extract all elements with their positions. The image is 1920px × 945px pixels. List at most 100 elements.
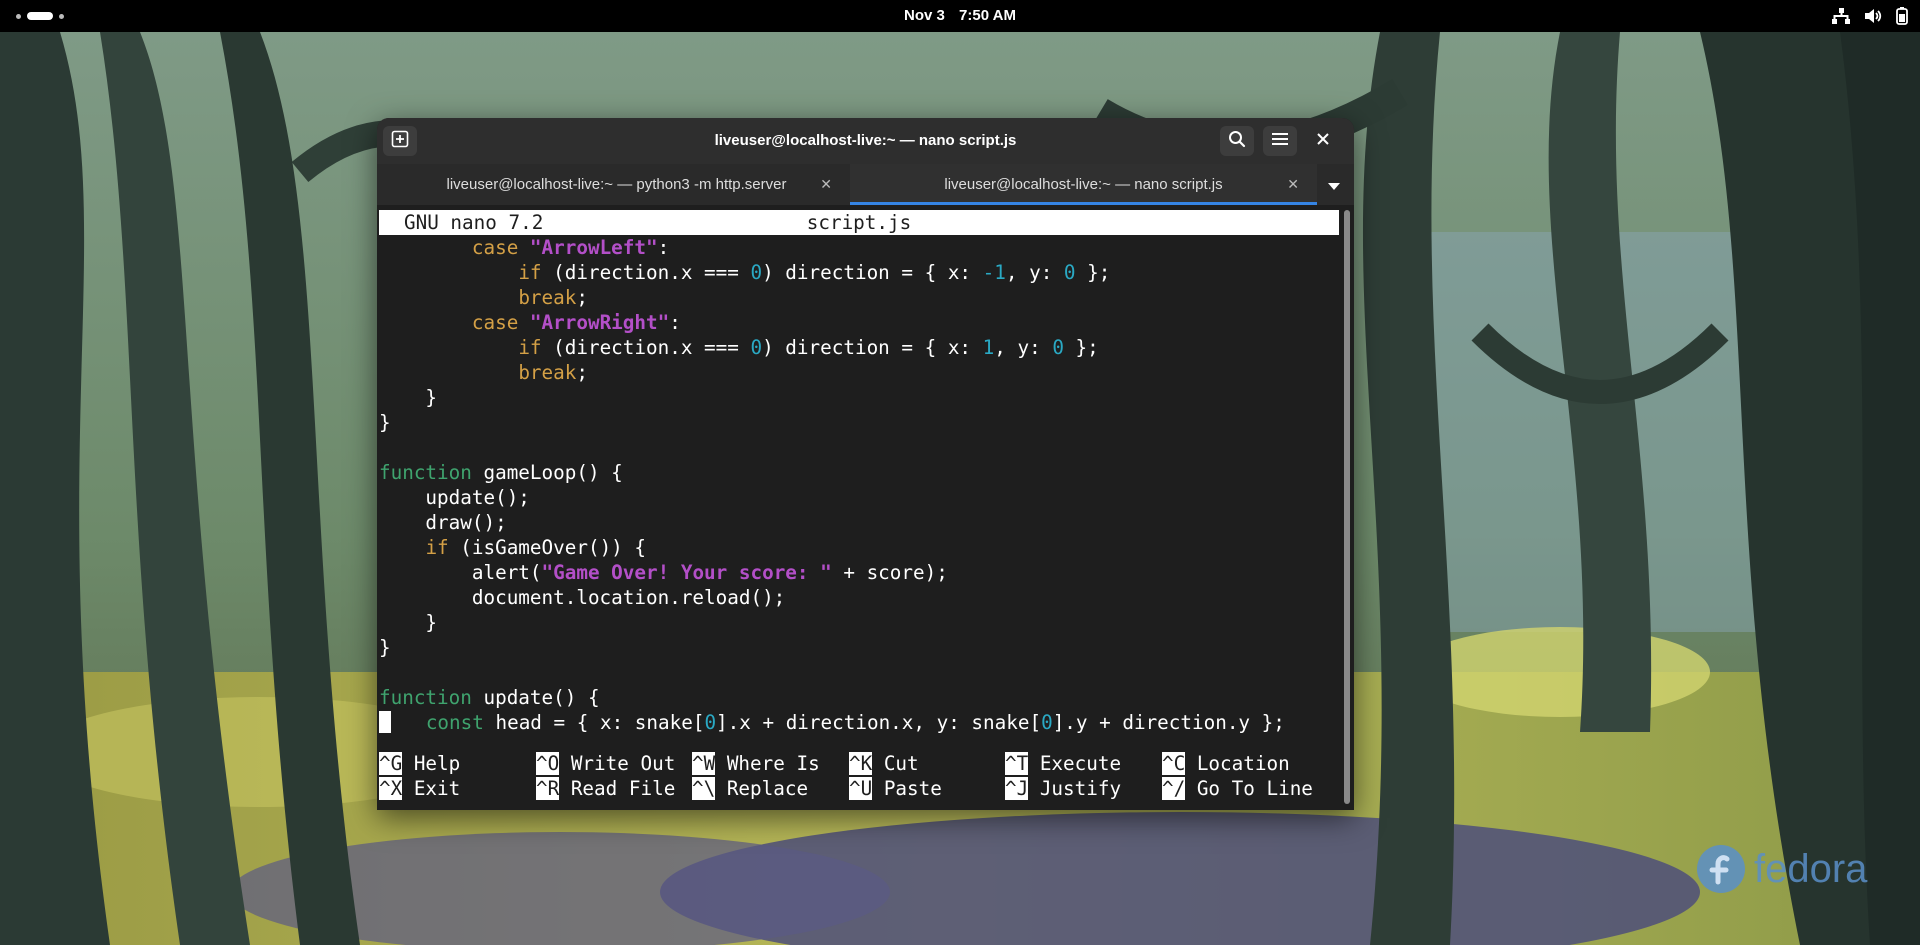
shortcut-item[interactable]: ^C Location [1162,751,1290,776]
code-token: -1 [982,261,1006,284]
code-token: ; [576,361,588,384]
code-token: 0 [750,336,763,359]
shortcut-item[interactable]: ^J Justify [1005,776,1121,801]
tab-list-button[interactable] [1328,178,1340,196]
shortcut-key: ^U [849,777,873,800]
window-headerbar[interactable]: liveuser@localhost-live:~ — nano script.… [377,118,1354,164]
tab-label: liveuser@localhost-live:~ — nano script.… [944,176,1223,193]
text-cursor [379,711,391,733]
battery-icon [1896,7,1908,29]
code-line: } [379,410,1285,435]
clock[interactable]: Nov 3 7:50 AM [0,7,1920,24]
code-line: if (isGameOver()) { [379,535,1285,560]
code-line: if (direction.x === 0) direction = { x: … [379,260,1285,285]
shortcut-label: Go To Line [1185,777,1313,800]
shortcut-item[interactable]: ^T Execute [1005,751,1121,776]
shortcut-item[interactable]: ^O Write Out [536,751,675,776]
code-token: } [379,636,391,659]
scrollbar[interactable] [1344,210,1350,804]
shortcut-key: ^G [379,752,403,775]
shortcut-key: ^J [1005,777,1029,800]
shortcut-item[interactable]: ^U Paste [849,776,942,801]
terminal-window: liveuser@localhost-live:~ — nano script.… [377,118,1354,810]
code-line: if (direction.x === 0) direction = { x: … [379,335,1285,360]
tab-bar: liveuser@localhost-live:~ — python3 -m h… [377,164,1354,205]
shortcut-item[interactable]: ^K Cut [849,751,919,776]
shortcut-item[interactable]: ^/ Go To Line [1162,776,1313,801]
tab-nano-script[interactable]: liveuser@localhost-live:~ — nano script.… [850,164,1317,205]
close-icon[interactable]: ✕ [820,176,832,193]
shortcut-key: ^O [536,752,560,775]
fedora-logo: fedora [1696,844,1867,894]
shortcut-item[interactable]: ^X Exit [379,776,460,801]
code-line: function update() { [379,685,1285,710]
tab-label: liveuser@localhost-live:~ — python3 -m h… [446,176,787,193]
code-token: } [379,611,438,634]
code-token: alert( [379,561,542,584]
code-token: 0 [704,711,717,734]
code-token: case [471,311,519,334]
code-line: draw(); [379,510,1285,535]
shortcut-key: ^X [379,777,403,800]
code-token: head = { x: snake[ [483,711,705,734]
shortcut-label: Execute [1028,752,1122,775]
code-token: ].y + direction.y }; [1052,711,1285,734]
shortcut-label: Paste [872,777,942,800]
shortcut-label: Location [1185,752,1290,775]
shortcut-key: ^/ [1162,777,1186,800]
code-line: update(); [379,485,1285,510]
code-token: if [518,261,542,284]
search-button[interactable] [1220,126,1254,156]
shortcut-label: Exit [402,777,461,800]
code-line: case "ArrowLeft": [379,235,1285,260]
code-line: const head = { x: snake[0].x + direction… [379,710,1285,735]
code-line: break; [379,360,1285,385]
shortcut-label: Replace [715,777,809,800]
shortcut-label: Where Is [715,752,820,775]
system-tray[interactable] [1832,7,1908,29]
code-token: ) direction = { x: [762,261,983,284]
code-token: break [518,361,577,384]
code-token: document.location.reload(); [379,586,786,609]
tab-python-server[interactable]: liveuser@localhost-live:~ — python3 -m h… [383,164,850,205]
code-token: , y: [1005,261,1064,284]
shortcut-item[interactable]: ^G Help [379,751,460,776]
code-token: const [425,711,484,734]
code-token: , y: [994,336,1053,359]
code-line: document.location.reload(); [379,585,1285,610]
close-window-button[interactable] [1306,126,1340,156]
nano-title-bar: GNU nano 7.2 script.js [379,210,1339,235]
code-token: } [379,386,438,409]
code-token: }; [1063,336,1099,359]
code-line: alert("Game Over! Your score: " + score)… [379,560,1285,585]
nano-filename: script.js [806,211,912,234]
close-icon[interactable]: ✕ [1287,176,1299,193]
shortcut-item[interactable]: ^R Read File [536,776,675,801]
search-icon [1228,130,1246,153]
code-token: update() { [471,686,600,709]
shortcut-label: Cut [872,752,919,775]
hamburger-menu-icon [1272,132,1288,151]
shortcut-item[interactable]: ^\ Replace [692,776,808,801]
shortcut-key: ^W [692,752,716,775]
shortcut-item[interactable]: ^W Where Is [692,751,820,776]
code-token: (direction.x === [541,336,751,359]
shortcut-label: Read File [559,777,676,800]
code-token: + score); [831,561,948,584]
shortcut-key: ^R [536,777,560,800]
menu-button[interactable] [1263,126,1297,156]
code-editor[interactable]: case "ArrowLeft": if (direction.x === 0)… [379,235,1285,735]
code-token: : [657,236,670,259]
code-token: break [518,286,577,309]
code-token: if [425,536,449,559]
code-line: } [379,610,1285,635]
code-token: if [518,336,542,359]
volume-icon [1864,8,1882,28]
network-icon [1832,8,1850,28]
code-token: "Game Over! Your score: " [541,561,832,584]
